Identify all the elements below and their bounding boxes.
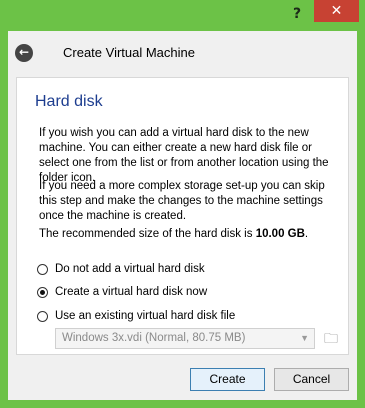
chevron-down-icon: ▼ [300,333,309,343]
dialog-window: ? ✕ ← Create Virtual Machine Hard disk I… [0,0,365,408]
title-bar[interactable]: ? ✕ [0,0,365,31]
button-bar: Create Cancel [8,359,357,400]
existing-disk-select[interactable]: Windows 3x.vdi (Normal, 80.75 MB) ▼ [55,328,315,349]
create-button[interactable]: Create [190,368,265,391]
option-create-disk[interactable]: Create a virtual hard disk now [37,286,207,298]
help-button[interactable]: ? [285,4,309,24]
radio-no-disk[interactable] [37,263,48,275]
option-create-disk-label[interactable]: Create a virtual hard disk now [55,286,207,298]
cancel-button[interactable]: Cancel [274,368,349,391]
option-existing-disk-label[interactable]: Use an existing virtual hard disk file [55,310,235,322]
storage-paragraph: If you need a more complex storage set-u… [39,180,325,222]
page-title: Hard disk [35,93,103,110]
radio-existing-disk[interactable] [37,310,48,322]
recommended-prefix: The recommended size of the hard disk is [39,228,256,240]
radio-create-disk[interactable] [37,286,48,298]
back-arrow-icon[interactable]: ← [15,44,33,62]
recommended-size-value: 10.00 GB [255,228,305,240]
folder-icon[interactable]: 🗀 [322,329,340,347]
wizard-header: ← Create Virtual Machine [8,31,357,75]
option-existing-disk[interactable]: Use an existing virtual hard disk file [37,310,235,322]
hard-disk-panel: Hard disk If you wish you can add a virt… [16,77,349,355]
option-no-disk-label[interactable]: Do not add a virtual hard disk [55,263,205,275]
existing-disk-value: Windows 3x.vdi (Normal, 80.75 MB) [62,332,246,344]
option-no-disk[interactable]: Do not add a virtual hard disk [37,263,205,275]
recommended-size-text: The recommended size of the hard disk is… [39,228,308,240]
dialog-content: ← Create Virtual Machine Hard disk If yo… [8,31,357,400]
wizard-title: Create Virtual Machine [63,45,195,60]
intro-paragraph: If you wish you can add a virtual hard d… [39,127,329,184]
close-button[interactable]: ✕ [314,0,359,22]
recommended-suffix: . [304,228,309,240]
